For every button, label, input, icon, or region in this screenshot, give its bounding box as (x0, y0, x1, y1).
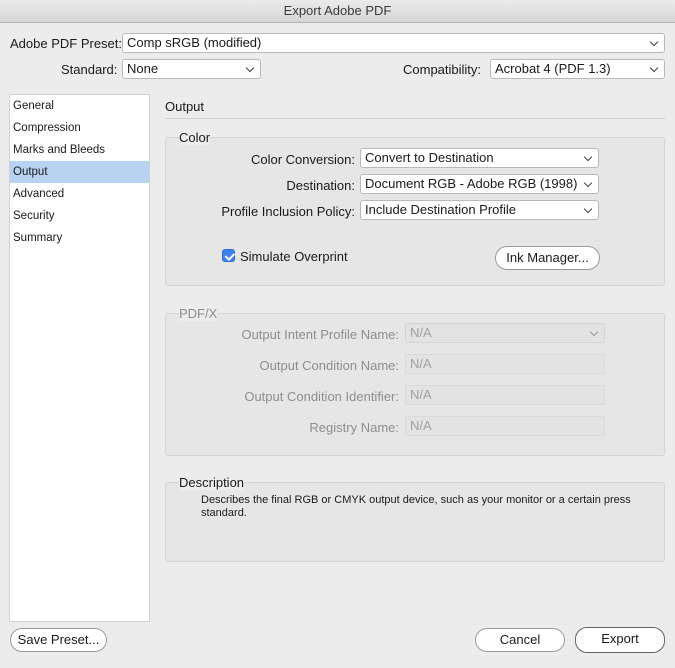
description-group-title: Description (179, 475, 245, 490)
save-preset-button[interactable]: Save Preset... (10, 628, 107, 652)
section-divider (165, 118, 665, 119)
profile-policy-select[interactable]: Include Destination Profile (360, 200, 599, 220)
destination-select[interactable]: Document RGB - Adobe RGB (1998) (360, 174, 599, 194)
condition-identifier-label: Output Condition Identifier: (244, 389, 399, 404)
export-button[interactable]: Export (575, 627, 665, 653)
simulate-overprint-checkbox[interactable] (222, 249, 235, 262)
color-conversion-select[interactable]: Convert to Destination (360, 148, 599, 168)
color-conversion-label: Color Conversion: (250, 152, 355, 167)
chevron-down-icon (649, 37, 659, 47)
intent-profile-value: N/A (410, 325, 432, 340)
chevron-down-icon (583, 178, 593, 188)
sidebar-item-advanced[interactable]: Advanced (10, 183, 149, 205)
standard-select[interactable]: None (122, 59, 261, 79)
profile-policy-label: Profile Inclusion Policy: (221, 204, 355, 219)
compatibility-value: Acrobat 4 (PDF 1.3) (495, 61, 611, 76)
standard-label: Standard: (61, 62, 118, 77)
window-title: Export Adobe PDF (283, 3, 392, 18)
destination-label: Destination: (286, 178, 355, 193)
chevron-down-icon (589, 327, 599, 337)
compatibility-label: Compatibility: (403, 62, 482, 77)
condition-name-label: Output Condition Name: (259, 358, 399, 373)
category-sidebar: General Compression Marks and Bleeds Out… (9, 94, 150, 622)
condition-identifier-field: N/A (405, 385, 605, 405)
chevron-down-icon (583, 152, 593, 162)
sidebar-item-compression[interactable]: Compression (10, 117, 149, 139)
chevron-down-icon (649, 63, 659, 73)
chevron-down-icon (245, 63, 255, 73)
intent-profile-label: Output Intent Profile Name: (241, 327, 399, 342)
sidebar-item-summary[interactable]: Summary (10, 227, 149, 249)
compatibility-select[interactable]: Acrobat 4 (PDF 1.3) (490, 59, 665, 79)
window-titlebar: Export Adobe PDF (0, 0, 675, 23)
destination-value: Document RGB - Adobe RGB (1998) (365, 176, 578, 191)
simulate-overprint-label: Simulate Overprint (240, 249, 348, 264)
preset-select[interactable]: Comp sRGB (modified) (122, 33, 665, 53)
registry-name-field: N/A (405, 416, 605, 436)
profile-policy-value: Include Destination Profile (365, 202, 517, 217)
sidebar-item-general[interactable]: General (10, 95, 149, 117)
color-group-title: Color (179, 130, 211, 145)
chevron-down-icon (583, 204, 593, 214)
sidebar-item-marks-and-bleeds[interactable]: Marks and Bleeds (10, 139, 149, 161)
condition-name-field: N/A (405, 354, 605, 374)
pdfx-group-title: PDF/X (179, 306, 218, 321)
cancel-button[interactable]: Cancel (475, 628, 565, 652)
ink-manager-button[interactable]: Ink Manager... (495, 246, 600, 270)
registry-name-label: Registry Name: (309, 420, 399, 435)
section-title: Output (165, 99, 205, 114)
standard-value: None (127, 61, 159, 76)
sidebar-item-security[interactable]: Security (10, 205, 149, 227)
preset-label: Adobe PDF Preset: (10, 36, 122, 51)
sidebar-item-output[interactable]: Output (10, 161, 149, 183)
preset-value: Comp sRGB (modified) (127, 35, 262, 50)
description-text: Describes the final RGB or CMYK output d… (201, 494, 631, 519)
color-conversion-value: Convert to Destination (365, 150, 494, 165)
intent-profile-select: N/A (405, 323, 605, 343)
